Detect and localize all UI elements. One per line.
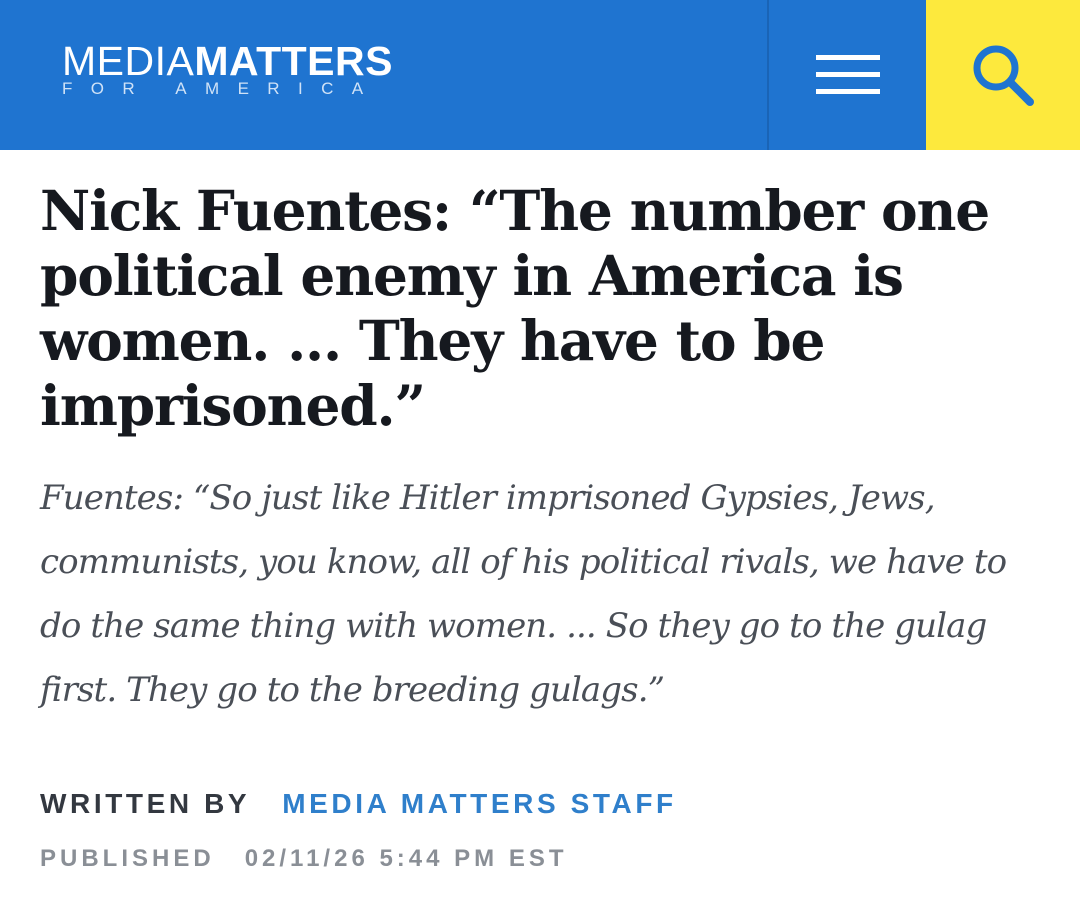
logo-wordmark: MEDIAMATTERS: [62, 38, 393, 84]
published-date: 02/11/26 5:44 PM EST: [244, 845, 568, 872]
site-header: MEDIAMATTERS FOR AMERICA: [0, 0, 1080, 150]
byline: WRITTEN BY MEDIA MATTERS STAFF: [40, 788, 677, 820]
article: Nick Fuentes: “The number one political …: [40, 178, 1040, 722]
publish-info: PUBLISHED 02/11/26 5:44 PM EST: [40, 845, 568, 873]
article-subtitle: Fuentes: “So just like Hitler imprisoned…: [40, 478, 1007, 710]
hamburger-menu-icon: [815, 55, 880, 94]
logo-tagline: FOR AMERICA: [62, 79, 382, 98]
published-label: PUBLISHED: [40, 845, 215, 872]
site-logo[interactable]: MEDIAMATTERS FOR AMERICA: [62, 40, 393, 98]
search-icon: [973, 45, 1034, 106]
search-button[interactable]: [926, 0, 1080, 150]
menu-button[interactable]: [769, 0, 926, 150]
author-link[interactable]: MEDIA MATTERS STAFF: [282, 788, 677, 819]
byline-label: WRITTEN BY: [40, 788, 251, 819]
article-title: Nick Fuentes: “The number one political …: [40, 178, 990, 438]
